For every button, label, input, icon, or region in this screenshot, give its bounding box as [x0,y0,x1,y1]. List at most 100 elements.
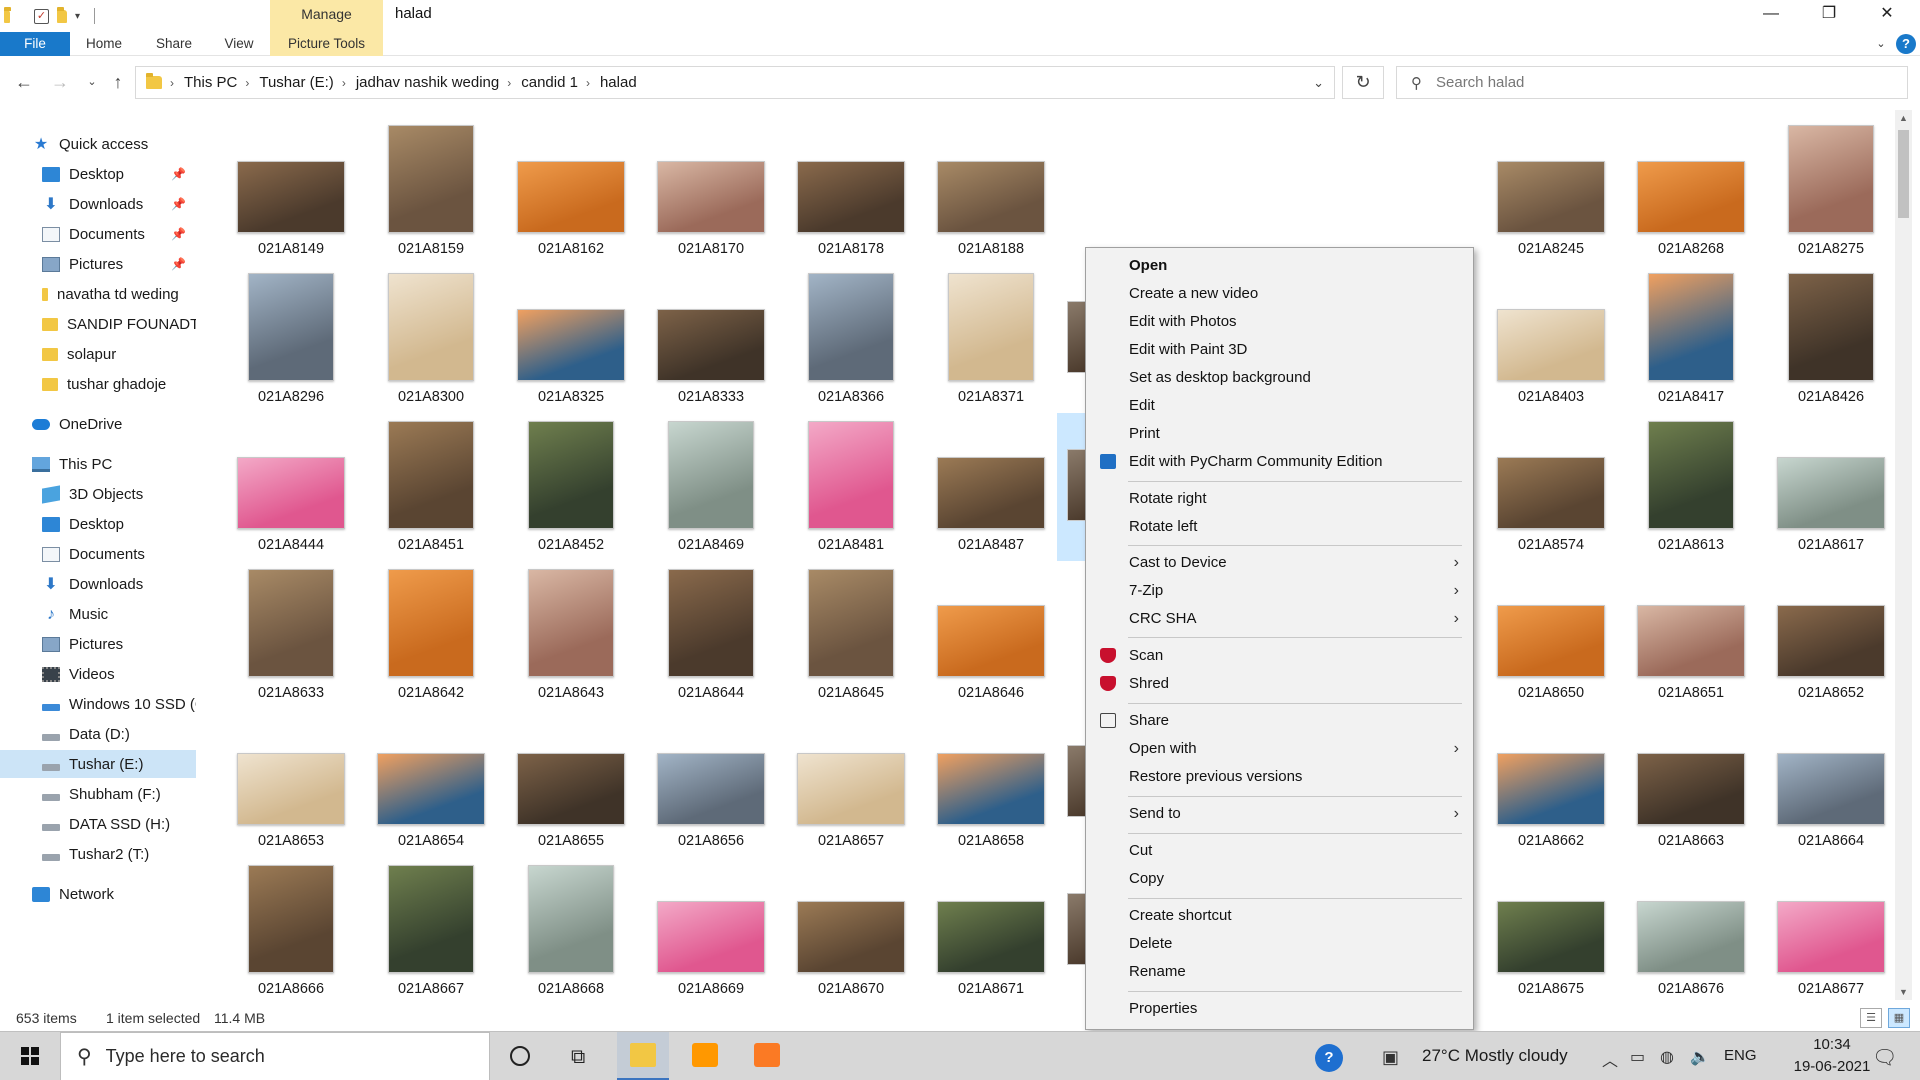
restore-button[interactable]: ❐ [1800,0,1858,30]
file-tile[interactable]: 021A8662 [1481,707,1621,855]
notifications-icon[interactable]: 🗨 [1872,1045,1897,1070]
address-dropdown-icon[interactable]: ⌄ [1313,75,1324,91]
image-thumbnail[interactable] [1497,309,1605,381]
search-box[interactable]: ⚲ [1396,66,1908,99]
scrollbar-thumb[interactable] [1898,130,1909,218]
file-tile[interactable]: 021A8645 [781,559,921,707]
file-tile[interactable]: 021A8666 [221,855,361,1002]
chevron-right-icon[interactable]: › [342,76,346,90]
tab-view[interactable]: View [215,32,263,56]
image-thumbnail[interactable] [1648,273,1734,381]
manage-tab[interactable]: Manage [270,0,383,32]
image-thumbnail[interactable] [657,901,765,973]
taskbar-app-sublime[interactable] [679,1032,731,1080]
refresh-button[interactable]: ↻ [1342,66,1384,99]
file-tile[interactable]: 021A8657 [781,707,921,855]
address-bar[interactable]: › This PC › Tushar (E:) › jadhav nashik … [135,66,1335,99]
weather-text[interactable]: 27°C Mostly cloudy [1422,1046,1568,1066]
file-tile[interactable]: 021A8275 [1761,115,1895,263]
sidebar-item-tushar-ghadoje[interactable]: tushar ghadoje [0,370,196,398]
menu-item-cut[interactable]: Cut [1088,837,1471,864]
menu-item-send-to[interactable]: Send to › [1088,800,1471,827]
file-tile[interactable]: 021A8371 [921,263,1061,411]
tab-picture-tools[interactable]: Picture Tools [270,32,383,56]
image-thumbnail[interactable] [937,605,1045,677]
file-tile[interactable]: 021A8417 [1621,263,1761,411]
file-tile[interactable]: 021A8676 [1621,855,1761,1002]
battery-icon[interactable]: ▭ [1630,1047,1645,1067]
file-tile[interactable]: 021A8300 [361,263,501,411]
image-thumbnail[interactable] [388,125,474,233]
customize-toolbar-icon[interactable]: ▾ [75,11,80,22]
menu-item-edit-photos[interactable]: Edit with Photos [1088,308,1471,335]
image-thumbnail[interactable] [1067,745,1087,817]
menu-item-crc-sha[interactable]: CRC SHA › [1088,605,1471,632]
menu-item-share[interactable]: Share [1088,707,1471,734]
breadcrumb-tushar-e[interactable]: Tushar (E:) [259,74,333,91]
image-thumbnail[interactable] [1777,457,1885,529]
breadcrumb-candid-1[interactable]: candid 1 [521,74,578,91]
search-input[interactable] [1436,74,1876,91]
sidebar-item-this-pc[interactable]: This PC [0,450,196,478]
image-thumbnail[interactable] [668,569,754,677]
large-icons-view-icon[interactable]: ▦ [1888,1008,1910,1028]
menu-item-delete[interactable]: Delete [1088,930,1471,957]
menu-item-shred[interactable]: Shred [1088,670,1471,697]
file-tile[interactable]: 021A8366 [781,263,921,411]
image-thumbnail[interactable] [237,753,345,825]
image-thumbnail[interactable] [808,421,894,529]
file-tile[interactable]: 021A8667 [361,855,501,1002]
taskbar-search-input[interactable] [105,1046,466,1067]
file-tile[interactable]: 021A8652 [1761,559,1895,707]
breadcrumb-jadhav-nashik-weding[interactable]: jadhav nashik weding [356,74,499,91]
tab-share[interactable]: Share [150,32,198,56]
image-thumbnail[interactable] [377,753,485,825]
image-thumbnail[interactable] [808,569,894,677]
network-globe-icon[interactable]: ◍ [1660,1047,1674,1067]
breadcrumb-halad[interactable]: halad [600,74,637,91]
image-thumbnail[interactable] [657,161,765,233]
sidebar-item-quick-access[interactable]: ★ Quick access [0,130,196,158]
menu-item-copy[interactable]: Copy [1088,865,1471,892]
sidebar-item-drive-f[interactable]: Shubham (F:) [0,780,196,808]
image-thumbnail[interactable] [1637,901,1745,973]
taskbar-app-xampp[interactable] [741,1032,793,1080]
image-thumbnail[interactable] [388,421,474,529]
sidebar-item-drive-c[interactable]: Windows 10 SSD (C [0,690,196,718]
image-thumbnail[interactable] [1497,457,1605,529]
file-tile[interactable]: 021A8675 [1481,855,1621,1002]
forward-button[interactable]: → [46,70,74,94]
image-thumbnail[interactable] [1497,605,1605,677]
sidebar-item-documents-pc[interactable]: Documents [0,540,196,568]
start-button[interactable] [0,1032,60,1080]
menu-item-open[interactable]: Open [1088,252,1471,279]
file-tile[interactable]: 021A8671 [921,855,1061,1002]
image-thumbnail[interactable] [1067,449,1087,521]
help-icon[interactable]: ? [1896,34,1916,54]
menu-item-properties[interactable]: Properties [1088,995,1471,1022]
image-thumbnail[interactable] [657,309,765,381]
scroll-down-icon[interactable]: ▼ [1895,984,1912,1000]
sidebar-item-pictures[interactable]: Pictures 📌 [0,250,196,278]
file-tile[interactable]: 021A8162 [501,115,641,263]
file-tile[interactable]: 021A8617 [1761,411,1895,559]
sidebar-item-drive-d[interactable]: Data (D:) [0,720,196,748]
image-thumbnail[interactable] [1067,893,1087,965]
image-thumbnail[interactable] [248,569,334,677]
sidebar-item-drive-h[interactable]: DATA SSD (H:) [0,810,196,838]
up-button[interactable]: ↑ [104,70,132,94]
file-tile[interactable]: 021A8296 [221,263,361,411]
breadcrumb-this-pc[interactable]: This PC [184,74,237,91]
image-thumbnail[interactable] [388,865,474,973]
image-thumbnail[interactable] [237,457,345,529]
image-thumbnail[interactable] [528,865,614,973]
scroll-up-icon[interactable]: ▲ [1895,110,1912,126]
file-tile[interactable]: 021A8574 [1481,411,1621,559]
image-thumbnail[interactable] [248,273,334,381]
pin-icon[interactable]: 📌 [171,257,186,271]
image-thumbnail[interactable] [528,421,614,529]
file-tile[interactable]: 021A8643 [501,559,641,707]
image-thumbnail[interactable] [517,161,625,233]
language-indicator[interactable]: ENG [1724,1047,1757,1064]
image-thumbnail[interactable] [517,753,625,825]
